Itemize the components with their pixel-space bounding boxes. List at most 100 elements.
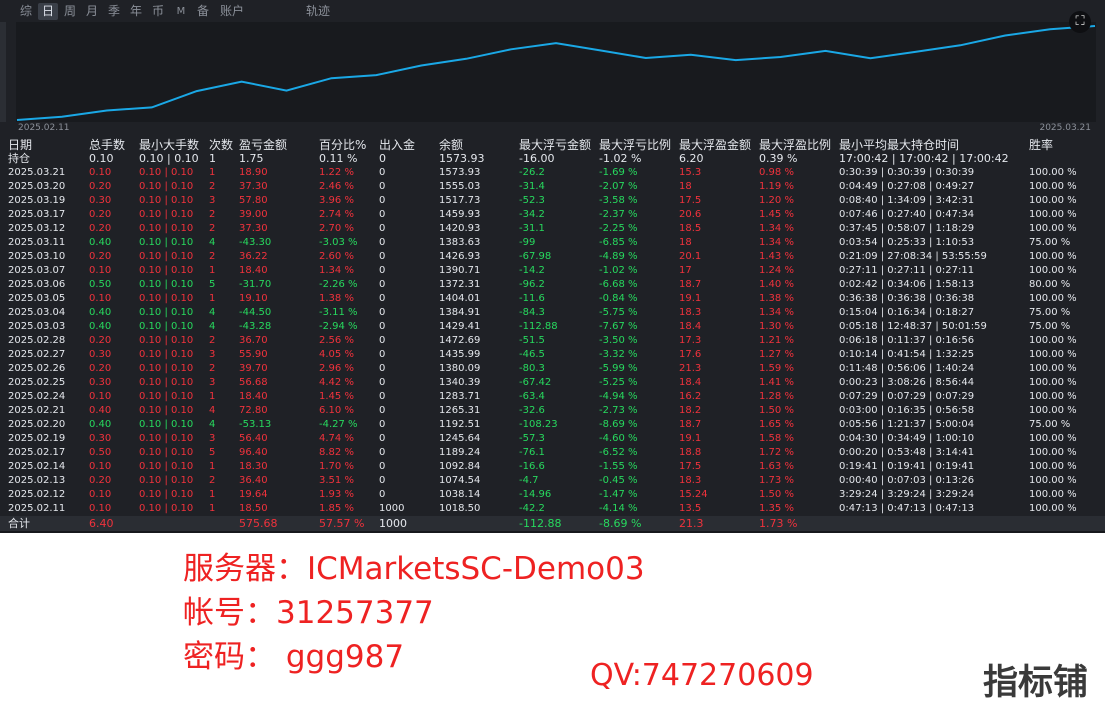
column-header-1[interactable]: 总手数	[89, 138, 125, 152]
tab-2[interactable]: 周	[60, 3, 80, 20]
table-cell: 0:04:30 | 0:34:49 | 1:00:10	[839, 433, 975, 444]
table-cell: 0.10 | 0.10	[139, 349, 194, 360]
table-cell: 18.40	[239, 391, 268, 402]
table-row[interactable]: 2025.02.25 0.30 0.10 | 0.10 3 56.68 4.42 % 0 13…	[0, 376, 1105, 390]
column-header-10[interactable]: 最大浮盈金额	[679, 138, 751, 152]
table-cell: 0	[379, 167, 386, 178]
table-row[interactable]: 2025.03.19 0.30 0.10 | 0.10 3 57.80 3.96 % 0 15…	[0, 194, 1105, 208]
table-cell: 0:10:14 | 0:41:54 | 1:32:25	[839, 349, 975, 360]
table-cell: 1.43 %	[759, 251, 794, 262]
table-cell: 36.22	[239, 251, 268, 262]
tab-1[interactable]: 日	[38, 3, 58, 20]
column-header-11[interactable]: 最大浮盈比例	[759, 138, 831, 152]
table-row[interactable]: 持仓 0.10 0.10 | 0.10 1 1.75 0.11 % 0 1573.93 -16.…	[0, 152, 1105, 166]
table-cell: 1.50 %	[759, 489, 794, 500]
tab-9[interactable]: 账户	[217, 3, 247, 20]
table-cell: -108.23	[519, 419, 558, 430]
table-cell: -1.02 %	[599, 152, 642, 165]
table-row[interactable]: 2025.02.17 0.50 0.10 | 0.10 5 96.40 8.82 % 0 11…	[0, 446, 1105, 460]
table-cell: 100.00 %	[1029, 363, 1077, 374]
table-row[interactable]: 2025.03.07 0.10 0.10 | 0.10 1 18.40 1.34 % 0 13…	[0, 264, 1105, 278]
table-cell: 1	[209, 391, 216, 402]
expand-icon[interactable]: ⛶	[1069, 11, 1091, 33]
table-cell: 0.10	[89, 293, 112, 304]
table-cell: 0	[379, 321, 386, 332]
table-row[interactable]: 2025.03.10 0.20 0.10 | 0.10 2 36.22 2.60 % 0 14…	[0, 250, 1105, 264]
table-cell: 8.82 %	[319, 447, 354, 458]
stats-panel: 综日周月季年币 M 备账户 轨迹 ⛶ 2025.02.11 2025.03.21 日…	[0, 0, 1105, 533]
table-cell: 0.10	[89, 503, 112, 514]
column-header-6[interactable]: 出入金	[379, 138, 415, 152]
table-cell: 575.68	[239, 517, 278, 530]
table-cell: 0.10 | 0.10	[139, 433, 194, 444]
table-row[interactable]: 2025.03.21 0.10 0.10 | 0.10 1 18.90 1.22 % 0 15…	[0, 166, 1105, 180]
table-cell: 2	[209, 475, 216, 486]
table-cell: 2025.03.19	[8, 195, 66, 206]
table-row[interactable]: 2025.03.17 0.20 0.10 | 0.10 2 39.00 2.74 % 0 14…	[0, 208, 1105, 222]
table-cell: 0.20	[89, 335, 112, 346]
table-row[interactable]: 2025.02.21 0.40 0.10 | 0.10 4 72.80 6.10 % 0 12…	[0, 404, 1105, 418]
column-header-9[interactable]: 最大浮亏比例	[599, 138, 671, 152]
tab-8[interactable]: 备	[193, 3, 213, 20]
table-cell: 0.10 | 0.10	[139, 363, 194, 374]
tab-6[interactable]: 币	[148, 3, 168, 20]
table-cell: -31.70	[239, 279, 272, 290]
column-header-2[interactable]: 最小大手数	[139, 138, 199, 152]
table-row[interactable]: 2025.03.03 0.40 0.10 | 0.10 4 -43.28 -2.94 % 0…	[0, 320, 1105, 334]
column-header-13[interactable]: 胜率	[1029, 138, 1053, 152]
table-row[interactable]: 2025.02.13 0.20 0.10 | 0.10 2 36.40 3.51 % 0 10…	[0, 474, 1105, 488]
column-header-12[interactable]: 最小平均最大持仓时间	[839, 138, 959, 152]
table-row[interactable]: 2025.03.12 0.20 0.10 | 0.10 2 37.30 2.70 % 0 14…	[0, 222, 1105, 236]
table-cell: 18.40	[239, 265, 268, 276]
table-row[interactable]: 2025.02.12 0.10 0.10 | 0.10 1 19.64 1.93 % 0 10…	[0, 488, 1105, 502]
table-row[interactable]: 2025.02.19 0.30 0.10 | 0.10 3 56.40 4.74 % 0 12…	[0, 432, 1105, 446]
left-scroll-handle[interactable]	[0, 22, 6, 122]
table-row[interactable]: 2025.03.06 0.50 0.10 | 0.10 5 -31.70 -2.26 % 0…	[0, 278, 1105, 292]
table-cell: 1245.64	[439, 433, 481, 444]
tab-4[interactable]: 季	[104, 3, 124, 20]
table-row[interactable]: 2025.02.26 0.20 0.10 | 0.10 2 39.70 2.96 % 0 13…	[0, 362, 1105, 376]
table-row[interactable]: 2025.02.24 0.10 0.10 | 0.10 1 18.40 1.45 % 0 12…	[0, 390, 1105, 404]
table-cell: 0	[379, 237, 386, 248]
table-row[interactable]: 2025.02.27 0.30 0.10 | 0.10 3 55.90 4.05 % 0 14…	[0, 348, 1105, 362]
table-row[interactable]: 2025.03.20 0.20 0.10 | 0.10 2 37.30 2.46 % 0 15…	[0, 180, 1105, 194]
server-text: 服务器：ICMarketsSC-Demo03	[183, 551, 645, 587]
table-cell: 0	[379, 195, 386, 206]
table-cell: 0.10	[89, 167, 112, 178]
table-cell: 1.27 %	[759, 349, 794, 360]
table-cell: 2	[209, 181, 216, 192]
tab-0[interactable]: 综	[16, 3, 36, 20]
table-row[interactable]: 2025.02.20 0.40 0.10 | 0.10 4 -53.13 -4.27 % 0…	[0, 418, 1105, 432]
column-header-0[interactable]: 日期	[8, 138, 32, 152]
equity-chart	[16, 22, 1096, 122]
table-cell: 21.3	[679, 517, 704, 530]
column-header-4[interactable]: 盈亏金额	[239, 138, 287, 152]
table-cell: 2025.02.12	[8, 489, 66, 500]
table-cell: 0:15:04 | 0:16:34 | 0:18:27	[839, 307, 975, 318]
table-cell: 4.42 %	[319, 377, 354, 388]
table-row[interactable]: 2025.02.28 0.20 0.10 | 0.10 2 36.70 2.56 % 0 14…	[0, 334, 1105, 348]
table-cell: 1390.71	[439, 265, 481, 276]
table-cell: 0:06:18 | 0:11:37 | 0:16:56	[839, 335, 975, 346]
table-cell: 1.50 %	[759, 405, 794, 416]
table-cell: -43.28	[239, 321, 272, 332]
table-cell: 0.20	[89, 223, 112, 234]
column-header-3[interactable]: 次数	[209, 138, 233, 152]
table-row[interactable]: 2025.03.05 0.10 0.10 | 0.10 1 19.10 1.38 % 0 14…	[0, 292, 1105, 306]
table-row[interactable]: 2025.02.14 0.10 0.10 | 0.10 1 18.30 1.70 % 0 10…	[0, 460, 1105, 474]
tab-5[interactable]: 年	[126, 3, 146, 20]
table-cell: -63.4	[519, 391, 545, 402]
table-cell: 1420.93	[439, 223, 481, 234]
table-cell: 0.10	[89, 152, 114, 165]
table-cell: 100.00 %	[1029, 265, 1077, 276]
table-row[interactable]: 2025.03.11 0.40 0.10 | 0.10 4 -43.30 -3.03 % 0…	[0, 236, 1105, 250]
column-header-7[interactable]: 余额	[439, 138, 463, 152]
table-cell: -112.88	[519, 517, 562, 530]
tab-3[interactable]: 月	[82, 3, 102, 20]
table-row[interactable]: 2025.02.11 0.10 0.10 | 0.10 1 18.50 1.85 % 100…	[0, 502, 1105, 516]
table-cell: 0.10 | 0.10	[139, 377, 194, 388]
table-row[interactable]: 2025.03.04 0.40 0.10 | 0.10 4 -44.50 -3.11 % 0…	[0, 306, 1105, 320]
tab-7[interactable]: M	[174, 3, 188, 20]
column-header-5[interactable]: 百分比%	[319, 138, 366, 152]
column-header-8[interactable]: 最大浮亏金额	[519, 138, 591, 152]
